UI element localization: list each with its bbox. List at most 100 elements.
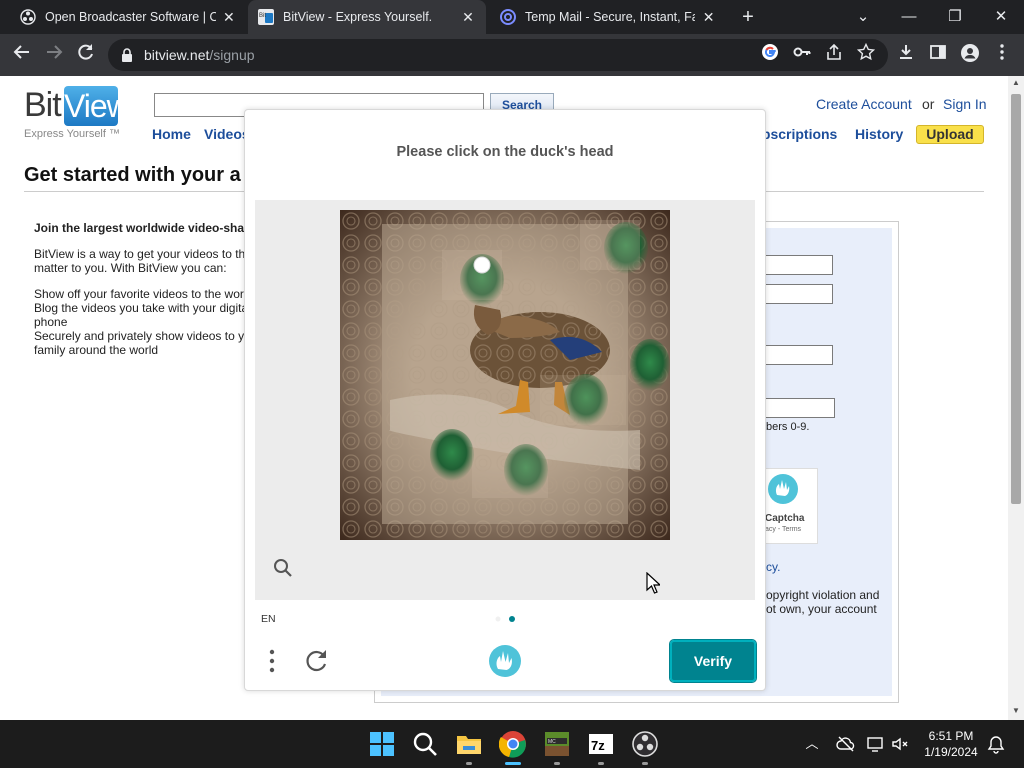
username-note: bers 0-9.: [766, 421, 810, 433]
page-scrollbar[interactable]: ▲ ▼: [1008, 76, 1024, 720]
taskbar-running-indicator: [642, 762, 648, 765]
nav-history[interactable]: History: [855, 126, 903, 142]
chrome-icon[interactable]: [499, 730, 527, 758]
captcha-challenge-dialog: Please click on the duck's head EN Verif…: [244, 109, 766, 691]
nav-home[interactable]: Home: [152, 126, 191, 142]
zoom-icon[interactable]: [273, 558, 293, 578]
google-lens-button[interactable]: [758, 43, 782, 67]
logo-tagline: Express Yourself ™: [24, 128, 120, 140]
captcha-checkbox-widget[interactable]: Captcha acy - Terms: [764, 468, 818, 544]
url-host: bitview.net: [144, 47, 210, 63]
tab-obs[interactable]: Open Broadcaster Software | OBS ✕: [10, 0, 246, 34]
back-button[interactable]: [10, 43, 34, 67]
restore-button[interactable]: ❐: [942, 4, 968, 30]
minimize-button[interactable]: —: [896, 4, 922, 30]
create-account-link[interactable]: Create Account: [816, 96, 912, 112]
scroll-up-icon[interactable]: ▲: [1008, 78, 1024, 87]
profile-button[interactable]: [958, 43, 982, 67]
minecraft-icon[interactable]: MC: [543, 730, 571, 758]
sign-in-link[interactable]: Sign In: [943, 96, 987, 112]
key-icon: [793, 47, 811, 57]
volume-muted-icon[interactable]: [890, 734, 910, 754]
tab-title: Open Broadcaster Software | OBS: [45, 10, 216, 24]
page-indicator: [495, 616, 515, 622]
tab-tempmail[interactable]: Temp Mail - Secure, Instant, Fast ✕: [490, 0, 726, 34]
intro-heading: Join the largest worldwide video-sha: [34, 221, 245, 235]
side-panel-button[interactable]: [926, 43, 950, 67]
cloud-off-icon[interactable]: [836, 734, 856, 754]
forward-button[interactable]: [42, 43, 66, 67]
svg-text:Bit: Bit: [259, 13, 266, 19]
clock-date: 1/19/2024: [924, 745, 978, 759]
star-icon: [856, 42, 876, 61]
reload-button[interactable]: [74, 43, 98, 67]
notification-bell-icon[interactable]: [986, 734, 1006, 754]
challenge-image[interactable]: [340, 210, 670, 540]
more-vert-icon[interactable]: [265, 648, 279, 674]
7zip-icon[interactable]: 7z: [587, 730, 615, 758]
intro-line: BitView is a way to get your videos to t…: [34, 247, 246, 261]
privacy-link[interactable]: cy.: [766, 560, 780, 574]
upload-button[interactable]: Upload: [916, 125, 984, 144]
logo-view: View: [64, 86, 130, 126]
profile-icon: [961, 44, 979, 62]
hcaptcha-icon: [768, 474, 798, 504]
language-selector[interactable]: EN: [261, 613, 276, 625]
url-path: /signup: [209, 47, 255, 63]
system-clock[interactable]: 6:51 PM 1/19/2024: [916, 728, 986, 760]
intro-line: Securely and privately show videos to y: [34, 329, 245, 343]
taskbar-running-indicator: [554, 762, 560, 765]
nav-videos[interactable]: Videos: [204, 126, 250, 142]
terms-line: ot own, your account: [766, 602, 877, 616]
tab-search-icon[interactable]: ⌄: [850, 4, 876, 30]
windows-taskbar: MC 7z ︿ 6:51 PM 1/19/2024: [0, 720, 1024, 768]
username-field[interactable]: [764, 284, 833, 304]
downloads-button[interactable]: [894, 43, 918, 67]
bookmark-button[interactable]: [854, 42, 878, 67]
share-button[interactable]: [822, 43, 846, 67]
verify-button[interactable]: Verify: [669, 639, 757, 683]
intro-line: family around the world: [34, 343, 159, 357]
confirm-password-field[interactable]: [764, 398, 835, 418]
browser-toolbar: bitview.net/signup: [0, 34, 1024, 76]
svg-text:7z: 7z: [591, 738, 605, 753]
email-field[interactable]: [764, 255, 833, 275]
bitview-logo[interactable]: Bit View Express Yourself ™: [24, 86, 130, 140]
windows-start-icon[interactable]: [368, 730, 396, 758]
close-window-button[interactable]: ✕: [988, 4, 1014, 30]
taskbar-running-indicator: [466, 762, 472, 765]
refresh-icon[interactable]: [303, 648, 329, 674]
terms-line: opyright violation and: [766, 588, 880, 602]
close-icon[interactable]: ✕: [460, 9, 476, 26]
logo-bit: Bit: [24, 86, 62, 124]
obs-icon: [20, 9, 36, 25]
file-explorer-icon[interactable]: [455, 730, 483, 758]
intro-line: phone: [34, 315, 68, 329]
new-tab-button[interactable]: +: [738, 7, 758, 27]
password-key-button[interactable]: [790, 43, 814, 67]
search-icon[interactable]: [411, 730, 439, 758]
obs-icon[interactable]: [631, 730, 659, 758]
mouse-cursor-icon: [646, 572, 660, 594]
network-icon[interactable]: [866, 734, 886, 754]
close-icon[interactable]: ✕: [701, 9, 716, 26]
tab-title: BitView - Express Yourself.: [283, 10, 433, 24]
close-icon[interactable]: ✕: [222, 9, 236, 26]
screen: Open Broadcaster Software | OBS ✕ Bit Bi…: [0, 0, 1024, 768]
google-icon: [762, 44, 778, 60]
taskbar-running-indicator: [598, 762, 604, 765]
or-text: or: [922, 96, 935, 112]
intro-line: Show off your favorite videos to the wor: [34, 287, 244, 301]
download-icon: [900, 45, 912, 59]
password-field[interactable]: [764, 345, 833, 365]
chevron-up-icon[interactable]: ︿: [802, 734, 822, 754]
hcaptcha-logo-icon: [489, 645, 521, 677]
captcha-links[interactable]: acy - Terms: [765, 526, 801, 533]
tab-bitview[interactable]: Bit BitView - Express Yourself. ✕: [248, 0, 486, 34]
captcha-prompt: Please click on the duck's head: [396, 144, 614, 160]
scroll-down-icon[interactable]: ▼: [1008, 706, 1024, 715]
menu-button[interactable]: [990, 43, 1014, 67]
page-title: Get started with your a: [24, 164, 241, 186]
scrollbar-thumb[interactable]: [1011, 94, 1021, 504]
arrow-left-icon: [13, 45, 29, 59]
